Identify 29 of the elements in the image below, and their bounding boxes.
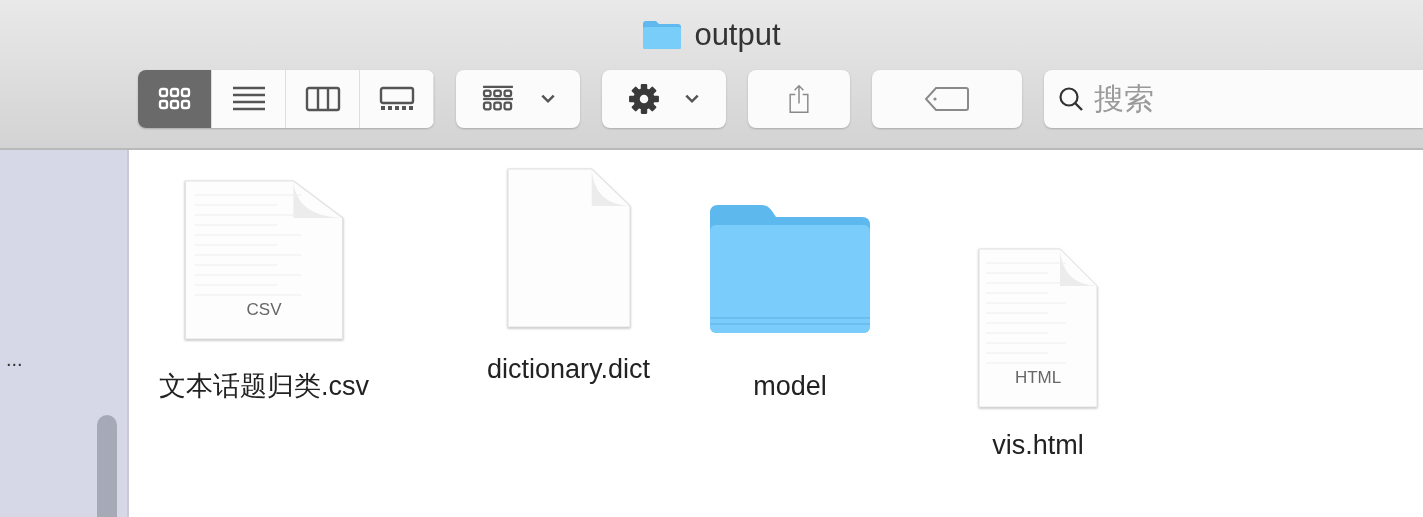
gallery-icon <box>378 85 415 113</box>
arrange-button[interactable] <box>456 70 580 128</box>
tag-button[interactable] <box>872 70 1022 128</box>
scrollbar-thumb[interactable] <box>97 415 117 517</box>
tag-icon <box>924 86 970 112</box>
gear-icon <box>628 83 660 115</box>
file-name[interactable]: vis.html <box>992 430 1084 461</box>
list-icon <box>230 85 267 113</box>
file-type-label: HTML <box>1014 368 1062 388</box>
folder-icon <box>642 20 683 50</box>
grid-icon <box>480 85 516 113</box>
file-name[interactable]: 文本话题归类.csv <box>159 368 369 404</box>
share-button[interactable] <box>748 70 850 128</box>
file-name[interactable]: model <box>753 371 827 402</box>
view-mode-button[interactable] <box>212 70 286 128</box>
search-field[interactable]: 搜索 <box>1044 70 1423 128</box>
view-mode-button[interactable] <box>286 70 360 128</box>
chevron-down-icon <box>540 93 556 105</box>
share-icon <box>788 82 810 116</box>
view-mode-button[interactable] <box>360 70 434 128</box>
window-title: output <box>694 17 781 53</box>
folder-icon[interactable] <box>710 205 871 333</box>
sidebar-overflow-text: ... <box>6 348 23 371</box>
file-type-label: CSV <box>246 300 282 320</box>
action-button[interactable] <box>602 70 726 128</box>
columns-icon <box>304 85 341 113</box>
view-mode-button[interactable] <box>138 70 212 128</box>
file-name[interactable]: dictionary.dict <box>487 354 651 385</box>
chevron-down-icon <box>684 93 700 105</box>
